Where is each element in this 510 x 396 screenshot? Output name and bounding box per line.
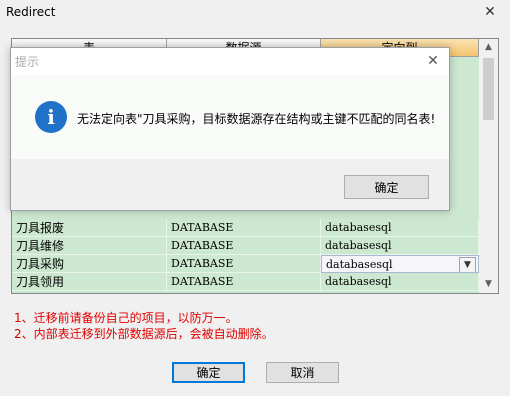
- cell-target[interactable]: databasesql: [321, 273, 479, 291]
- target-select[interactable]: databasesql ▼: [321, 255, 479, 273]
- cell-source: DATABASE: [167, 255, 321, 273]
- note-line: 1、迁移前请备份自己的项目，以防万一。: [14, 311, 238, 325]
- cell-source: DATABASE: [167, 273, 321, 291]
- dialog-message: 无法定向表"刀具采购，目标数据源存在结构或主键不匹配的同名表!: [77, 112, 436, 126]
- ok-button[interactable]: 确定: [172, 362, 245, 383]
- table-row[interactable]: 刀具采购 DATABASE databasesql ▼: [12, 255, 479, 273]
- chevron-down-icon[interactable]: ▼: [459, 257, 476, 272]
- target-select-value: databasesql: [326, 258, 393, 271]
- scroll-thumb[interactable]: [483, 58, 494, 120]
- scroll-down-icon[interactable]: ▼: [479, 276, 498, 293]
- table-row[interactable]: 刀具报废 DATABASE databasesql: [12, 219, 479, 237]
- scroll-up-icon[interactable]: ▲: [479, 39, 498, 56]
- note-line: 2、内部表迁移到外部数据源后，会被自动删除。: [14, 327, 274, 341]
- dialog-titlebar: 提示 ✕: [11, 48, 449, 74]
- cell-table: 刀具采购: [12, 255, 167, 273]
- dialog-title: 提示: [15, 55, 40, 69]
- dialog-ok-button[interactable]: 确定: [344, 175, 429, 199]
- cell-table: 刀具报废: [12, 219, 167, 237]
- table-row[interactable]: 刀具维修 DATABASE databasesql: [12, 237, 479, 255]
- cell-source: DATABASE: [167, 237, 321, 255]
- cell-source: DATABASE: [167, 219, 321, 237]
- window-title: Redirect: [6, 5, 56, 19]
- table-row[interactable]: 刀具领用 DATABASE databasesql: [12, 273, 479, 291]
- dialog-body: i 无法定向表"刀具采购，目标数据源存在结构或主键不匹配的同名表!: [11, 75, 449, 159]
- window-close-icon[interactable]: ✕: [480, 2, 500, 22]
- vertical-scrollbar[interactable]: ▲ ▼: [479, 39, 498, 293]
- dialog-close-icon[interactable]: ✕: [423, 51, 443, 71]
- notes: 1、迁移前请备份自己的项目，以防万一。 2、内部表迁移到外部数据源后，会被自动删…: [14, 310, 274, 342]
- cell-target[interactable]: databasesql: [321, 219, 479, 237]
- cancel-button[interactable]: 取消: [266, 362, 339, 383]
- info-icon: i: [35, 101, 67, 133]
- message-dialog: 提示 ✕ i 无法定向表"刀具采购，目标数据源存在结构或主键不匹配的同名表! 确…: [10, 47, 450, 211]
- cell-table: 刀具领用: [12, 273, 167, 291]
- cell-target[interactable]: databasesql: [321, 237, 479, 255]
- dialog-footer: 确定: [11, 159, 449, 210]
- cell-table: 刀具维修: [12, 237, 167, 255]
